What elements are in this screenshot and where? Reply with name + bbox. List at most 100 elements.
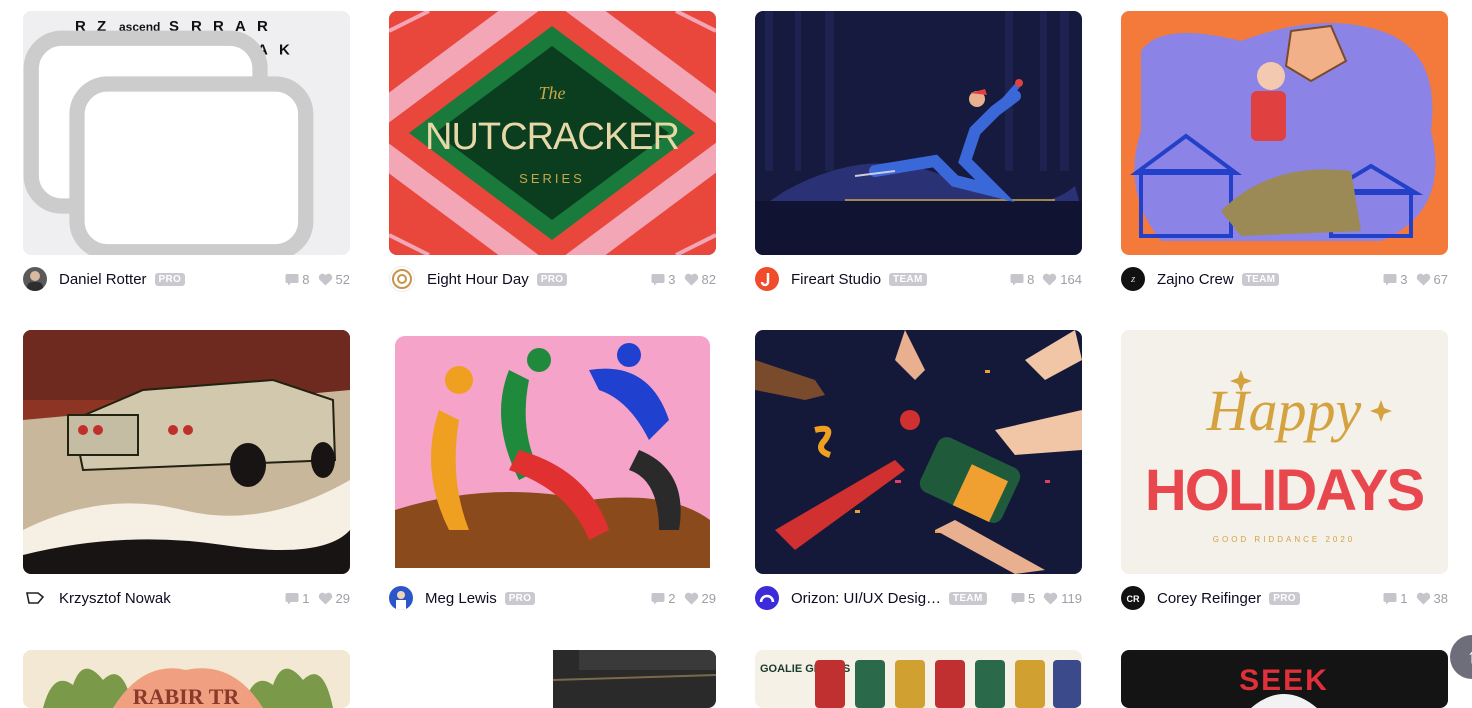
avatar[interactable] [755, 267, 779, 291]
flame-text-artwork: RABIR TR [23, 650, 350, 708]
shot-card[interactable]: Happy HOLIDAYS GOOD RIDDANCE 2020 CR Cor… [1121, 330, 1448, 610]
like-count-value: 29 [335, 590, 350, 606]
author-name[interactable]: Orizon: UI/UX Desig… [791, 590, 941, 607]
art-sub-text: GOOD RIDDANCE 2020 [1213, 535, 1355, 544]
shot-stats: 1 29 [277, 591, 350, 606]
shot-stats: 2 29 [643, 591, 716, 606]
like-count[interactable]: 52 [318, 272, 350, 287]
pro-badge: PRO [1269, 591, 1300, 605]
like-count-value: 29 [701, 590, 716, 606]
author-name[interactable]: Krzysztof Nowak [59, 590, 171, 607]
scroll-top-button[interactable]: ↑ [1450, 635, 1472, 679]
arrow-icon: ↑ [1467, 645, 1472, 668]
heart-icon [1043, 273, 1057, 285]
shot-thumbnail[interactable] [755, 330, 1082, 574]
shot-thumbnail[interactable]: The NUTCRACKER SERIES [389, 11, 716, 255]
avatar[interactable] [23, 586, 47, 610]
comment-count-value: 1 [1400, 590, 1408, 606]
like-count[interactable]: 119 [1043, 591, 1082, 606]
shot-thumbnail[interactable] [389, 330, 716, 574]
avatar[interactable] [389, 266, 415, 292]
shot-card[interactable]: Meg Lewis PRO 2 29 [389, 330, 716, 610]
title-sub: SERIES [519, 171, 585, 186]
like-count-value: 82 [701, 271, 716, 287]
avatar[interactable] [755, 586, 779, 610]
avatar[interactable]: Z [1121, 267, 1145, 291]
shot-thumbnail[interactable]: RABIR TR [23, 650, 350, 708]
heart-icon [1416, 273, 1430, 285]
pro-badge: PRO [154, 272, 186, 286]
shot-thumbnail[interactable] [23, 330, 350, 574]
shot-meta: Z Zajno Crew TEAM 3 67 [1121, 267, 1448, 291]
shot-card[interactable]: RZascendSRRARWCRSP↗BNaliosAK◎GmSBGSXARAW… [23, 11, 350, 291]
author-name[interactable]: Meg Lewis [425, 590, 497, 607]
like-count[interactable]: 67 [1416, 272, 1448, 287]
comment-count-value: 2 [668, 590, 676, 606]
shot-stats: 5 119 [1003, 591, 1082, 606]
goalie-greats-artwork: GOALIE GREATS [755, 650, 1082, 708]
shot-stats: 3 82 [643, 272, 716, 287]
shot-meta: Daniel Rotter PRO 8 52 [23, 267, 350, 291]
comment-count: 3 [1383, 272, 1408, 287]
avatar[interactable]: CR [1121, 586, 1145, 610]
shot-card[interactable]: Orizon: UI/UX Desig… TEAM 5 119 [755, 330, 1082, 610]
shot-thumbnail[interactable] [389, 650, 716, 708]
collection-icon[interactable] [23, 23, 332, 255]
comment-count-value: 5 [1028, 590, 1036, 606]
comment-count: 8 [285, 271, 310, 287]
shot-card[interactable]: The NUTCRACKER SERIES Eight Hour Day PRO… [389, 11, 716, 292]
svg-text:CR: CR [1127, 594, 1140, 604]
avatar[interactable] [23, 267, 47, 291]
title-small: The [539, 83, 566, 103]
author-name[interactable]: Corey Reifinger [1157, 590, 1261, 607]
like-count[interactable]: 164 [1042, 272, 1082, 287]
comment-count-value: 8 [302, 271, 310, 287]
author-name[interactable]: Eight Hour Day [427, 271, 529, 288]
shot-card[interactable]: RABIR TR [23, 650, 350, 708]
title-main: NUTCRACKER [425, 116, 679, 158]
avatar[interactable] [389, 586, 413, 610]
bull-rider-artwork [1121, 11, 1448, 255]
shot-card[interactable]: SEEK [1121, 650, 1448, 708]
like-count[interactable]: 38 [1416, 591, 1448, 606]
shot-card[interactable] [389, 650, 716, 708]
shot-thumbnail[interactable]: SEEK [1121, 650, 1448, 708]
like-count-value: 67 [1433, 271, 1448, 287]
comment-count: 2 [651, 590, 676, 606]
heart-icon [318, 592, 332, 604]
like-count[interactable]: 82 [684, 272, 716, 287]
shot-card[interactable]: Krzysztof Nowak 1 29 [23, 330, 350, 610]
author-name[interactable]: Zajno Crew [1157, 271, 1234, 288]
shot-card[interactable]: Fireart Studio TEAM 8 164 [755, 11, 1082, 291]
comment-icon [285, 273, 299, 285]
art-main-text: HOLIDAYS [1145, 458, 1424, 523]
denim-photo-artwork [389, 650, 716, 708]
shot-thumbnail[interactable] [755, 11, 1082, 255]
shot-meta: Krzysztof Nowak 1 29 [23, 586, 350, 610]
shot-card[interactable]: Z Zajno Crew TEAM 3 67 [1121, 11, 1448, 291]
author-name[interactable]: Daniel Rotter [59, 271, 147, 288]
like-count[interactable]: 29 [684, 591, 716, 606]
shot-card[interactable]: GOALIE GREATS [755, 650, 1082, 708]
author-name[interactable]: Fireart Studio [791, 271, 881, 288]
comment-count: 5 [1011, 591, 1035, 606]
dancing-figures-artwork [389, 330, 716, 574]
shot-thumbnail[interactable]: GOALIE GREATS [755, 650, 1082, 708]
like-count-value: 38 [1433, 590, 1448, 606]
shot-stats: 8 52 [277, 272, 350, 287]
car-artwork [23, 330, 350, 574]
champagne-celebration-artwork [755, 330, 1082, 574]
shot-thumbnail[interactable] [1121, 11, 1448, 255]
heart-icon [318, 273, 332, 285]
shot-thumbnail[interactable]: RZascendSRRARWCRSP↗BNaliosAK◎GmSBGSXARAW… [23, 11, 350, 255]
comment-icon [1010, 273, 1024, 285]
shot-stats: 3 67 [1375, 272, 1448, 287]
art-script-text: Happy [1206, 378, 1362, 443]
heart-icon [1416, 592, 1430, 604]
seek-artwork: SEEK [1121, 650, 1448, 708]
svg-text:Z: Z [1131, 276, 1135, 284]
shot-stats: 8 164 [1002, 272, 1082, 287]
art-text: SEEK [1239, 664, 1329, 697]
like-count[interactable]: 29 [318, 591, 350, 606]
shot-thumbnail[interactable]: Happy HOLIDAYS GOOD RIDDANCE 2020 [1121, 330, 1448, 574]
